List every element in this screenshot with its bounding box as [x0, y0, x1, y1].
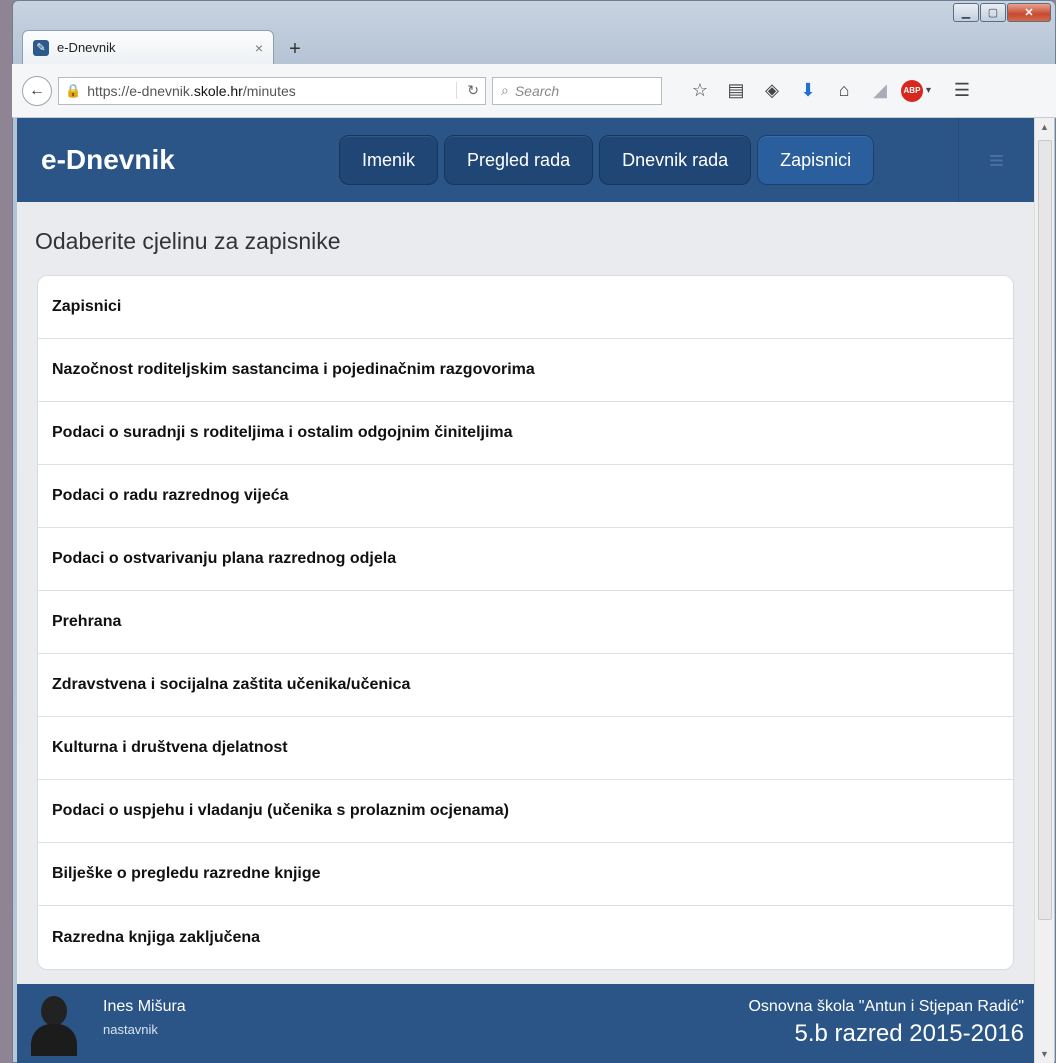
user-name: Ines Mišura [103, 998, 186, 1015]
list-item[interactable]: Bilješke o pregledu razredne knjige [38, 843, 1013, 906]
list-item[interactable]: Prehrana [38, 591, 1013, 654]
tab-strip: ✎ e-Dnevnik × + [22, 28, 310, 64]
download-icon[interactable]: ⬇ [790, 76, 826, 106]
list-item[interactable]: Zdravstvena i socijalna zaštita učenika/… [38, 654, 1013, 717]
page-title: Odaberite cjelinu za zapisnike [35, 228, 341, 254]
toolbar-icons: ☆ ▤ ◈ ⬇ ⌂ ◢ ABP ▾ ☰ [682, 76, 980, 106]
list-item[interactable]: Podaci o ostvarivanju plana razrednog od… [38, 528, 1013, 591]
url-bar[interactable]: 🔒 https://e-dnevnik.skole.hr/minutes ↻ [58, 76, 486, 105]
list-item[interactable]: Kulturna i društvena djelatnost [38, 717, 1013, 780]
brand-logo[interactable]: e-Dnevnik [41, 144, 341, 176]
search-input[interactable]: ⌕ Search [492, 76, 662, 105]
window-controls: ▁ ▢ ✕ [952, 3, 1051, 22]
reading-list-icon[interactable]: ▤ [718, 76, 754, 106]
scroll-down-icon[interactable]: ▼ [1040, 1049, 1049, 1059]
scroll-up-icon[interactable]: ▲ [1040, 122, 1049, 132]
minutes-list: Zapisnici Nazočnost roditeljskim sastanc… [37, 275, 1014, 970]
list-item[interactable]: Zapisnici [38, 276, 1013, 339]
list-item[interactable]: Nazočnost roditeljskim sastancima i poje… [38, 339, 1013, 402]
url-text: https://e-dnevnik.skole.hr/minutes [87, 82, 296, 99]
back-icon[interactable]: ← [22, 75, 52, 106]
avatar [31, 996, 77, 1056]
nav-zapisnici[interactable]: Zapisnici [757, 135, 875, 185]
pocket-icon[interactable]: ◈ [754, 76, 790, 106]
search-icon: ⌕ [501, 82, 509, 98]
favicon-icon: ✎ [33, 39, 49, 56]
hamburger-menu-icon[interactable]: ≡ [958, 118, 1034, 202]
close-icon[interactable]: ✕ [1007, 3, 1051, 22]
avatar-body [31, 1024, 77, 1056]
nav-dnevnik-rada[interactable]: Dnevnik rada [599, 135, 752, 185]
nav-pregled-rada[interactable]: Pregled rada [444, 135, 594, 185]
main-nav: Imenik Pregled rada Dnevnik rada Zapisni… [339, 135, 880, 185]
app-header: e-Dnevnik Imenik Pregled rada Dnevnik ra… [17, 118, 1034, 202]
page-viewport: e-Dnevnik Imenik Pregled rada Dnevnik ra… [17, 118, 1034, 1063]
new-tab-icon[interactable]: + [280, 34, 310, 64]
minimize-icon[interactable]: ▁ [953, 3, 979, 22]
scroll-thumb[interactable] [1038, 140, 1052, 920]
avatar-head [41, 996, 67, 1026]
class-year: 5.b razred 2015-2016 [794, 1020, 1025, 1047]
app-footer: Ines Mišura nastavnik Osnovna škola "Ant… [17, 984, 1034, 1063]
list-item[interactable]: Razredna knjiga zaključena [38, 906, 1013, 969]
home-icon[interactable]: ⌂ [826, 76, 862, 106]
send-icon[interactable]: ◢ [862, 76, 898, 106]
reload-icon[interactable]: ↻ [456, 82, 479, 99]
adblock-icon[interactable]: ABP ▾ [898, 76, 934, 106]
list-item[interactable]: Podaci o radu razrednog vijeća [38, 465, 1013, 528]
school-name: Osnovna škola "Antun i Stjepan Radić" [748, 998, 1024, 1015]
tab-close-icon[interactable]: × [255, 40, 263, 56]
browser-tab[interactable]: ✎ e-Dnevnik × [22, 30, 274, 64]
user-role: nastavnik [103, 1022, 158, 1037]
search-placeholder: Search [514, 82, 560, 99]
maximize-icon[interactable]: ▢ [980, 3, 1006, 22]
menu-icon[interactable]: ☰ [944, 76, 980, 106]
page-scrollbar[interactable]: ▲ ▼ [1034, 118, 1054, 1063]
list-item[interactable]: Podaci o uspjehu i vladanju (učenika s p… [38, 780, 1013, 843]
lock-icon: 🔒 [65, 82, 82, 98]
browser-toolbar: ← 🔒 https://e-dnevnik.skole.hr/minutes ↻… [12, 64, 1056, 118]
nav-imenik[interactable]: Imenik [339, 135, 439, 185]
tab-title: e-Dnevnik [57, 40, 116, 55]
list-item[interactable]: Podaci o suradnji s roditeljima i ostali… [38, 402, 1013, 465]
bookmark-star-icon[interactable]: ☆ [682, 76, 718, 106]
